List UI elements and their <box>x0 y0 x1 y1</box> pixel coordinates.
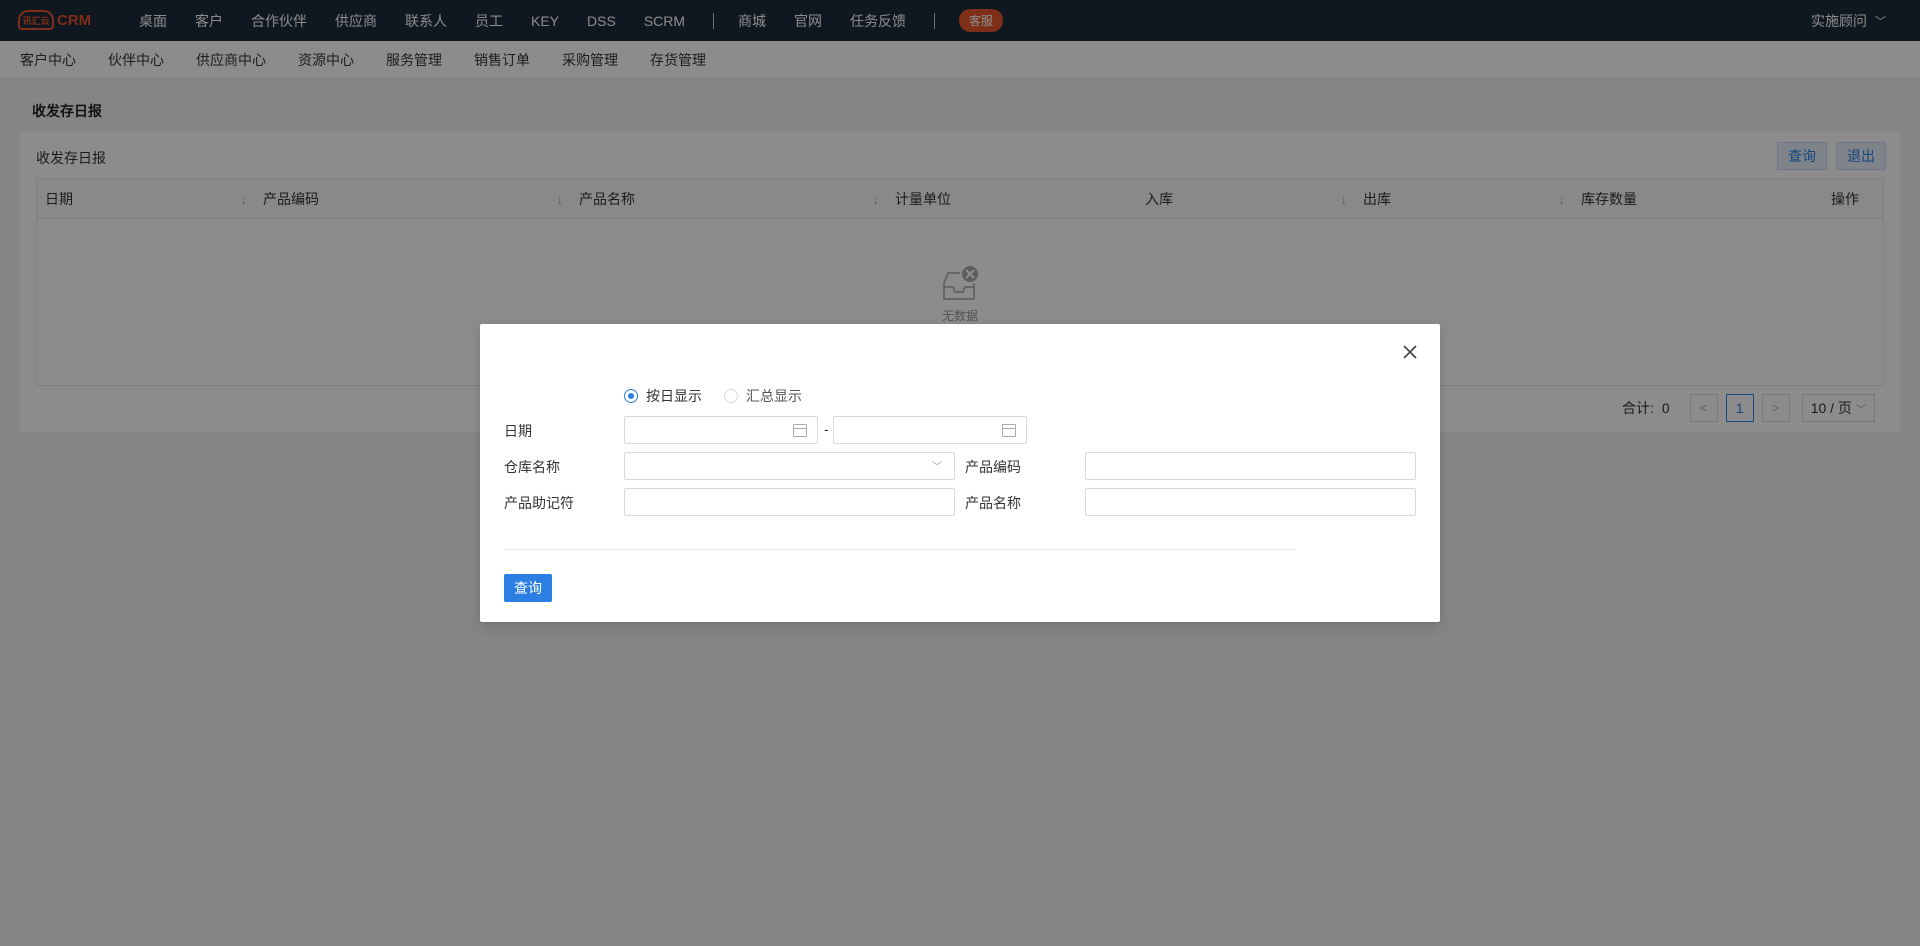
label-product-code: 产品编码 <box>965 459 1021 475</box>
display-mode-group: 按日显示 汇总显示 <box>624 386 824 406</box>
date-separator: - <box>824 421 829 437</box>
radio-dot <box>624 389 638 403</box>
label-date: 日期 <box>504 423 532 439</box>
radio-daily-label: 按日显示 <box>646 388 702 404</box>
close-icon[interactable] <box>1399 341 1421 363</box>
query-modal: 按日显示 汇总显示 日期 - 仓库名称 ﹀ 产品编码 产品助记符 产品名称 查询 <box>480 324 1440 622</box>
product-code-input[interactable] <box>1085 452 1416 480</box>
radio-daily[interactable]: 按日显示 <box>624 386 702 406</box>
label-product-name: 产品名称 <box>965 495 1021 511</box>
warehouse-select[interactable]: ﹀ <box>624 452 955 480</box>
modal-divider <box>504 549 1296 550</box>
radio-summary-label: 汇总显示 <box>746 388 802 404</box>
label-mnemonic: 产品助记符 <box>504 495 574 511</box>
product-name-input[interactable] <box>1085 488 1416 516</box>
chevron-down-icon: ﹀ <box>932 462 942 473</box>
modal-query-button[interactable]: 查询 <box>504 574 552 602</box>
radio-dot <box>724 389 738 403</box>
calendar-icon <box>793 424 807 437</box>
radio-summary[interactable]: 汇总显示 <box>724 386 802 406</box>
calendar-icon <box>1002 424 1016 437</box>
label-warehouse: 仓库名称 <box>504 459 560 475</box>
product-mnemonic-input[interactable] <box>624 488 955 516</box>
date-end-input[interactable] <box>833 416 1027 444</box>
date-start-input[interactable] <box>624 416 818 444</box>
